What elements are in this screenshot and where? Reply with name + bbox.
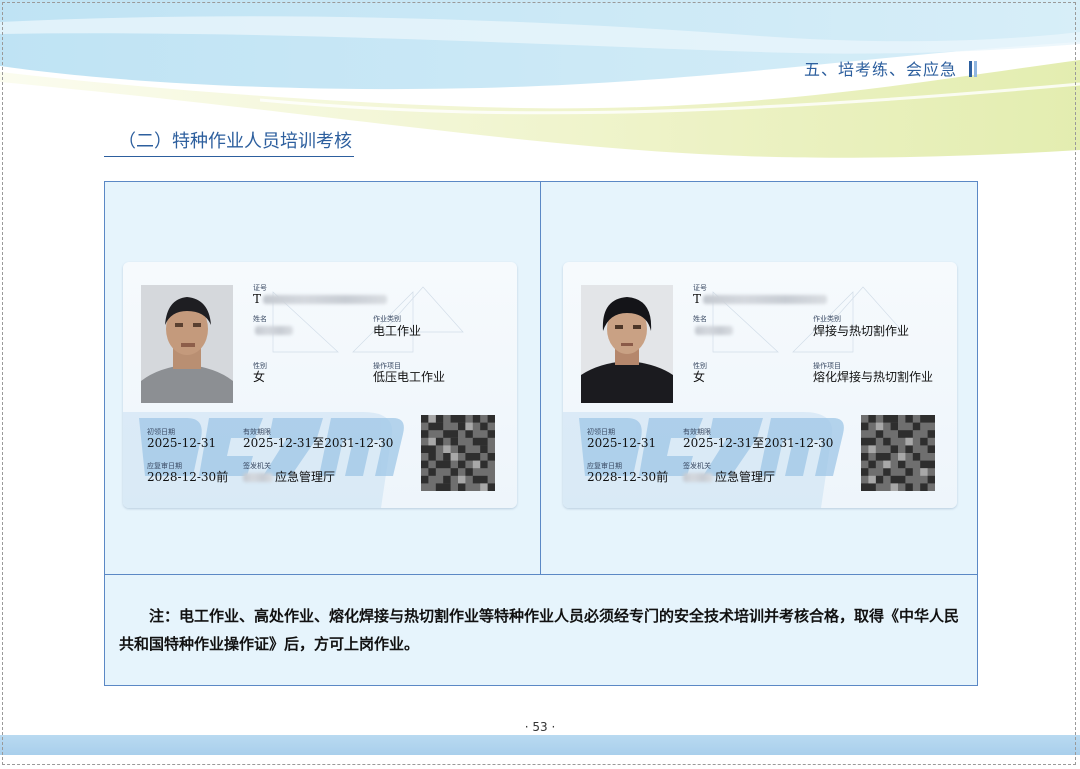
operation-item-label: 操作项目 [813,362,841,370]
certificate-card: 证号 T 姓名 作业类别 焊接与热切割作业 性别 女 操作项目 熔化焊接与热切割… [563,262,957,508]
job-category-value: 焊接与热切割作业 [813,324,910,338]
section-title: 五、培考练、会应急 [804,56,972,80]
certificate-table: 证号 T 姓名 作业类别 电工作业 性别 女 操作项目 低压电工作业 初领日期 … [104,181,978,686]
holder-photo [581,285,673,403]
table-row-divider [105,574,977,575]
review-date-label: 应复审日期 [587,462,622,470]
issuer-value: 应急管理厅 [275,470,336,484]
name-redacted [695,326,733,335]
validity-value: 2025-12-31至2031-12-30 [243,436,394,450]
certificate-card: 证号 T 姓名 作业类别 电工作业 性别 女 操作项目 低压电工作业 初领日期 … [123,262,517,508]
job-category-value: 电工作业 [373,324,422,338]
document-page: 五、培考练、会应急 （二）特种作业人员培训考核 证号 T 姓名 作业类别 电工作… [0,0,1080,769]
id-number-prefix: T [253,292,262,306]
id-number-label: 证号 [253,284,267,292]
operation-item-value: 低压电工作业 [373,370,446,384]
job-category-label: 作业类别 [813,315,841,323]
issuer-value: 应急管理厅 [715,470,776,484]
name-label: 姓名 [693,315,707,323]
gender-label: 性别 [693,362,707,370]
id-number-redacted [263,295,387,304]
validity-value: 2025-12-31至2031-12-30 [683,436,834,450]
gender-value: 女 [253,370,266,384]
validity-label: 有效期限 [243,428,271,436]
table-column-divider [540,182,541,574]
qr-code [861,415,935,491]
section-bar-decoration [969,61,972,77]
review-date-label: 应复审日期 [147,462,182,470]
issuer-label: 签发机关 [683,462,711,470]
page-subtitle: （二）特种作业人员培训考核 [104,127,354,157]
id-number-prefix: T [693,292,702,306]
qr-code [421,415,495,491]
id-number-label: 证号 [693,284,707,292]
first-issue-label: 初领日期 [587,428,615,436]
note-text: 注：电工作业、高处作业、熔化焊接与热切割作业等特种作业人员必须经专门的安全技术培… [119,607,960,653]
gender-label: 性别 [253,362,267,370]
holder-photo [141,285,233,403]
footer-band [0,735,1080,755]
validity-label: 有效期限 [683,428,711,436]
job-category-label: 作业类别 [373,315,401,323]
gender-value: 女 [693,370,706,384]
first-issue-value: 2025-12-31 [147,436,217,450]
id-number-redacted [703,295,827,304]
first-issue-label: 初领日期 [147,428,175,436]
review-date-value: 2028-12-30前 [147,470,229,484]
page-number: · 53 · [524,720,556,734]
review-date-value: 2028-12-30前 [587,470,669,484]
issuer-redacted [683,473,713,482]
issuer-redacted [243,473,273,482]
first-issue-value: 2025-12-31 [587,436,657,450]
issuer-label: 签发机关 [243,462,271,470]
operation-item-value: 熔化焊接与热切割作业 [813,370,934,384]
operation-item-label: 操作项目 [373,362,401,370]
name-redacted [255,326,293,335]
name-label: 姓名 [253,315,267,323]
